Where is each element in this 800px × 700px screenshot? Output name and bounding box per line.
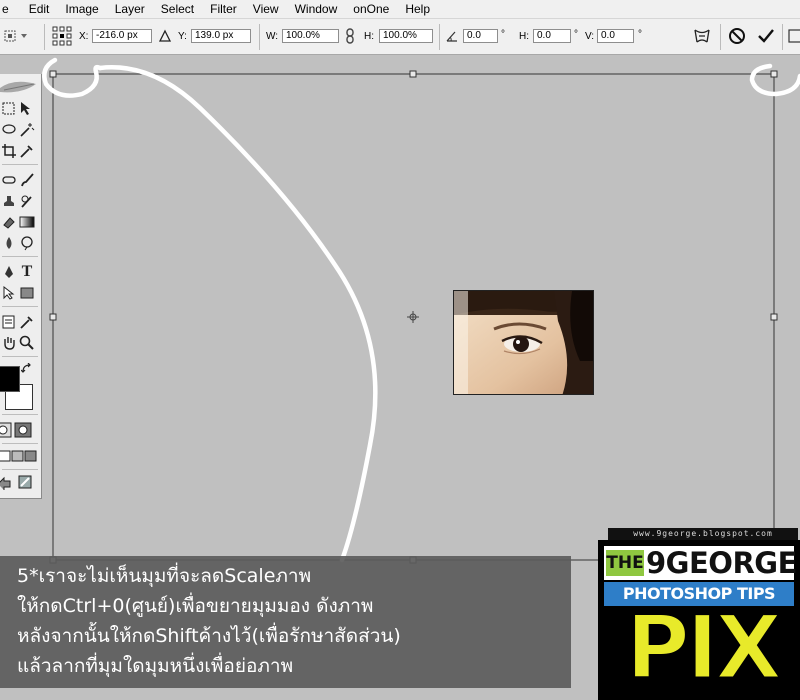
tool-separator xyxy=(2,256,38,257)
corner-circle-right xyxy=(749,63,800,97)
foreground-color-swatch[interactable] xyxy=(0,366,20,392)
gradient-tool-icon[interactable] xyxy=(18,213,36,231)
tool-separator xyxy=(2,414,38,415)
tool-separator xyxy=(2,306,38,307)
history-brush-tool-icon[interactable] xyxy=(18,192,36,210)
logo-pix: PIX xyxy=(624,596,784,699)
notes-tool-icon[interactable] xyxy=(0,313,18,331)
path-selection-tool-icon[interactable] xyxy=(0,284,18,302)
caption-line-1: 5*เราจะไม่เห็นมุมที่จะลดScaleภาพ xyxy=(17,565,312,587)
crop-tool-icon[interactable] xyxy=(0,142,18,160)
tools-panel: T xyxy=(0,74,42,499)
tool-separator xyxy=(2,443,38,444)
tutorial-caption: 5*เราจะไม่เห็นมุมที่จะลดScaleภาพ ให้กดCt… xyxy=(0,556,571,688)
tool-separator xyxy=(2,469,38,470)
logo-the: THE xyxy=(606,550,644,576)
type-tool-icon[interactable]: T xyxy=(18,263,36,281)
logo-url: www.9george.blogspot.com xyxy=(608,528,798,540)
marquee-tool-icon[interactable] xyxy=(0,100,18,118)
pen-tool-icon[interactable] xyxy=(0,263,18,281)
curved-arrow-line xyxy=(97,65,378,563)
rectangle-tool-icon[interactable] xyxy=(18,284,36,302)
color-sampler-tool-icon[interactable] xyxy=(18,313,36,331)
photoshop-feather-icon xyxy=(0,81,36,93)
zoom-tool-icon[interactable] xyxy=(18,334,36,352)
screen-mode-full-icon[interactable] xyxy=(22,447,40,465)
caption-line-4: แล้วลากที่มุมใดมุมหนึ่งเพื่อย่อภาพ xyxy=(17,655,294,677)
swap-colors-icon[interactable] xyxy=(20,362,34,376)
caption-line-2: ให้กดCtrl+0(ศูนย์)เพื่อขยายมุมมอง ดังภาพ xyxy=(17,595,374,617)
eraser-tool-icon[interactable] xyxy=(0,213,18,231)
caption-line-3: หลังจากนั้นให้กดShiftค้างไว้(เพื่อรักษาส… xyxy=(17,625,401,647)
magic-wand-tool-icon[interactable] xyxy=(18,121,36,139)
brush-tool-icon[interactable] xyxy=(18,171,36,189)
clone-stamp-tool-icon[interactable] xyxy=(0,192,18,210)
tool-separator xyxy=(2,164,38,165)
9george-photoshop-tips-pix-logo: www.9george.blogspot.com THE 9GEORGE PHO… xyxy=(598,528,800,700)
blur-tool-icon[interactable] xyxy=(0,234,18,252)
eyedropper-tool-icon[interactable] xyxy=(18,142,36,160)
lasso-tool-icon[interactable] xyxy=(0,121,18,139)
standard-mode-icon[interactable] xyxy=(0,421,12,439)
corner-circle-left xyxy=(42,57,103,98)
jump-to-imageready-icon[interactable] xyxy=(0,473,14,491)
healing-brush-tool-icon[interactable] xyxy=(0,171,18,189)
logo-brand: 9GEORGE xyxy=(646,546,797,580)
hand-tool-icon[interactable] xyxy=(0,334,18,352)
tool-separator xyxy=(2,356,38,357)
dodge-tool-icon[interactable] xyxy=(18,234,36,252)
imageready-app-icon[interactable] xyxy=(16,473,34,491)
move-tool-icon[interactable] xyxy=(18,100,36,118)
quick-mask-mode-icon[interactable] xyxy=(14,421,32,439)
